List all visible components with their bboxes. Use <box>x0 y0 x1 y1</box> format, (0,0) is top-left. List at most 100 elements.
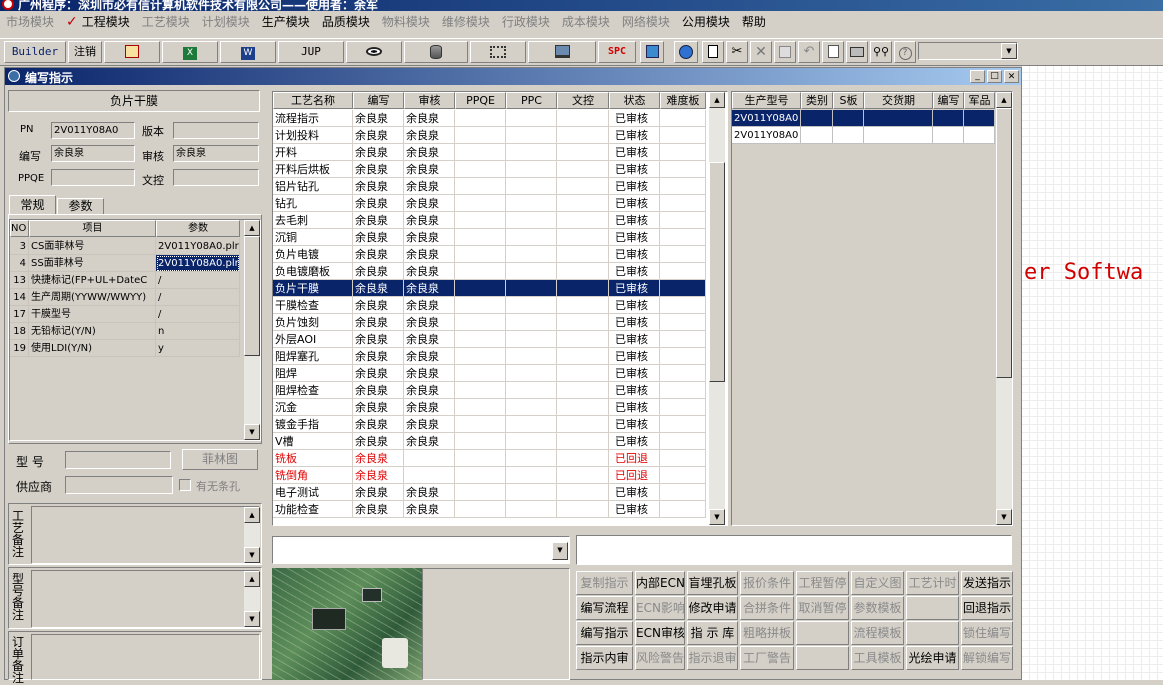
action-button[interactable]: 复制指示 <box>576 571 633 595</box>
computer-button[interactable] <box>528 41 596 63</box>
memo-model-scrollbar[interactable]: ▲ ▼ <box>244 571 260 627</box>
process-header[interactable]: PPQE <box>455 92 506 109</box>
scroll-up-icon[interactable]: ▲ <box>996 92 1012 108</box>
jup-button[interactable]: JUP <box>278 41 344 63</box>
scroll-thumb[interactable] <box>709 162 725 382</box>
process-row[interactable]: 负片蚀刻 余良泉 余良泉 已审核 <box>273 314 706 331</box>
menu-item[interactable]: 生产模块 <box>262 13 310 30</box>
find-button[interactable]: ⚲⚲ <box>870 41 892 63</box>
menu-item[interactable]: 工程模块 <box>82 13 130 30</box>
memo-process-scrollbar[interactable]: ▲ ▼ <box>244 507 260 563</box>
process-row[interactable]: 铣板 余良泉 已回退 <box>273 450 706 467</box>
process-row[interactable]: 沉金 余良泉 余良泉 已审核 <box>273 399 706 416</box>
writer-field[interactable]: 余良泉 <box>51 145 135 162</box>
scroll-down-icon[interactable]: ▼ <box>996 509 1012 525</box>
action-button[interactable]: ECN影响 <box>635 596 685 620</box>
action-button[interactable] <box>796 621 849 645</box>
action-button[interactable]: 取消暂停 <box>796 596 849 620</box>
action-button[interactable]: 自定义图 <box>851 571 904 595</box>
menu-item[interactable]: 品质模块 <box>322 13 370 30</box>
tab-params[interactable]: 参数 <box>57 198 104 215</box>
process-row[interactable]: 去毛刺 余良泉 余良泉 已审核 <box>273 212 706 229</box>
spc-button[interactable]: SPC <box>598 41 636 63</box>
view-button[interactable] <box>346 41 402 63</box>
param-cell[interactable]: y <box>156 340 240 357</box>
scroll-up-icon[interactable]: ▲ <box>244 571 260 587</box>
action-button[interactable]: 发送指示 <box>961 571 1013 595</box>
process-header[interactable]: 难度板 <box>660 92 706 109</box>
model-row[interactable]: 2V011Y08A0 <box>732 110 995 127</box>
model-header[interactable]: 类别 <box>801 92 833 109</box>
action-button[interactable]: 风险警告 <box>635 646 685 670</box>
process-row[interactable]: 流程指示 余良泉 余良泉 已审核 <box>273 110 706 127</box>
process-row[interactable]: 阻焊检查 余良泉 余良泉 已审核 <box>273 382 706 399</box>
chevron-down-icon[interactable]: ▼ <box>552 542 568 560</box>
process-row[interactable]: 外层AOI 余良泉 余良泉 已审核 <box>273 331 706 348</box>
param-cell[interactable]: / <box>156 306 240 323</box>
action-button[interactable] <box>906 596 959 620</box>
action-button[interactable]: 工厂警告 <box>740 646 794 670</box>
action-button[interactable]: 光绘申请 <box>906 646 959 670</box>
process-row[interactable]: 负电镀磨板 余良泉 余良泉 已审核 <box>273 263 706 280</box>
pn-field[interactable]: 2V011Y08A0 <box>51 122 135 139</box>
action-button[interactable]: 锁住编写 <box>961 621 1013 645</box>
process-header[interactable]: 编写 <box>353 92 404 109</box>
help-button[interactable]: ? <box>894 41 916 63</box>
menu-item[interactable]: 物料模块 <box>382 13 430 30</box>
calc-sheet-button[interactable] <box>104 41 160 63</box>
action-button[interactable]: 工程暂停 <box>796 571 849 595</box>
minimize-button[interactable]: _ <box>970 70 985 83</box>
process-row[interactable]: V槽 余良泉 余良泉 已审核 <box>273 433 706 450</box>
action-button[interactable]: 解锁编写 <box>961 646 1013 670</box>
process-row[interactable]: 开料后烘板 余良泉 余良泉 已审核 <box>273 161 706 178</box>
maximize-button[interactable]: □ <box>987 70 1002 83</box>
menu-item[interactable]: 帮助 <box>742 13 766 30</box>
process-row[interactable]: 计划投料 余良泉 余良泉 已审核 <box>273 127 706 144</box>
action-button[interactable]: 编写指示 <box>576 621 633 645</box>
param-cell[interactable]: / <box>156 272 240 289</box>
param-cell[interactable]: / <box>156 289 240 306</box>
scroll-down-icon[interactable]: ▼ <box>244 547 260 563</box>
action-button[interactable]: 编写流程 <box>576 596 633 620</box>
check-icon[interactable]: ✓ <box>66 14 78 30</box>
model-header[interactable]: 生产型号 <box>732 92 801 109</box>
chevron-down-icon[interactable]: ▼ <box>1001 43 1017 59</box>
scroll-down-icon[interactable]: ▼ <box>244 611 260 627</box>
tab-general[interactable]: 常规 <box>9 195 56 215</box>
menu-item[interactable]: 成本模块 <box>562 13 610 30</box>
process-row[interactable]: 负片电镀 余良泉 余良泉 已审核 <box>273 246 706 263</box>
toolbar-combo[interactable]: ▼ <box>918 42 1018 60</box>
process-header[interactable]: 审核 <box>404 92 455 109</box>
action-button[interactable]: 工艺计时 <box>906 571 959 595</box>
param-row[interactable]: 14 生产周期(YYWW/WWYY) / <box>10 289 246 306</box>
process-row[interactable]: 阻焊塞孔 余良泉 余良泉 已审核 <box>273 348 706 365</box>
process-header[interactable]: 工艺名称 <box>273 92 353 109</box>
process-row[interactable]: 钻孔 余良泉 余良泉 已审核 <box>273 195 706 212</box>
process-combo[interactable]: ▼ <box>272 536 570 564</box>
process-row[interactable]: 功能检查 余良泉 余良泉 已审核 <box>273 501 706 518</box>
no-hole-checkbox[interactable] <box>179 479 191 491</box>
ppqe-field[interactable] <box>51 169 135 186</box>
action-button[interactable]: 流程模板 <box>851 621 904 645</box>
process-header[interactable]: 状态 <box>609 92 660 109</box>
scroll-thumb[interactable] <box>996 108 1012 378</box>
action-button[interactable]: 盲埋孔板 <box>687 571 738 595</box>
model-header[interactable]: S板 <box>833 92 864 109</box>
print-button[interactable] <box>846 41 868 63</box>
calendar-button[interactable] <box>640 41 664 63</box>
model-scrollbar[interactable]: ▲ ▼ <box>996 92 1012 525</box>
action-button[interactable]: 合拼条件 <box>740 596 794 620</box>
excel-button[interactable]: X <box>162 41 218 63</box>
scroll-up-icon[interactable]: ▲ <box>244 507 260 523</box>
model-row[interactable]: 2V011Y08A0 <box>732 127 995 144</box>
process-header[interactable]: 文控 <box>557 92 609 109</box>
builder-button[interactable]: Builder <box>4 41 66 63</box>
film-button[interactable]: 菲林图 <box>182 449 258 470</box>
note-field[interactable] <box>576 535 1012 565</box>
network-button[interactable] <box>470 41 526 63</box>
process-row[interactable]: 沉铜 余良泉 余良泉 已审核 <box>273 229 706 246</box>
model-field[interactable] <box>65 451 171 469</box>
action-button[interactable]: 指 示 库 <box>687 621 738 645</box>
action-button[interactable]: 内部ECN <box>635 571 685 595</box>
process-row[interactable]: 阻焊 余良泉 余良泉 已审核 <box>273 365 706 382</box>
